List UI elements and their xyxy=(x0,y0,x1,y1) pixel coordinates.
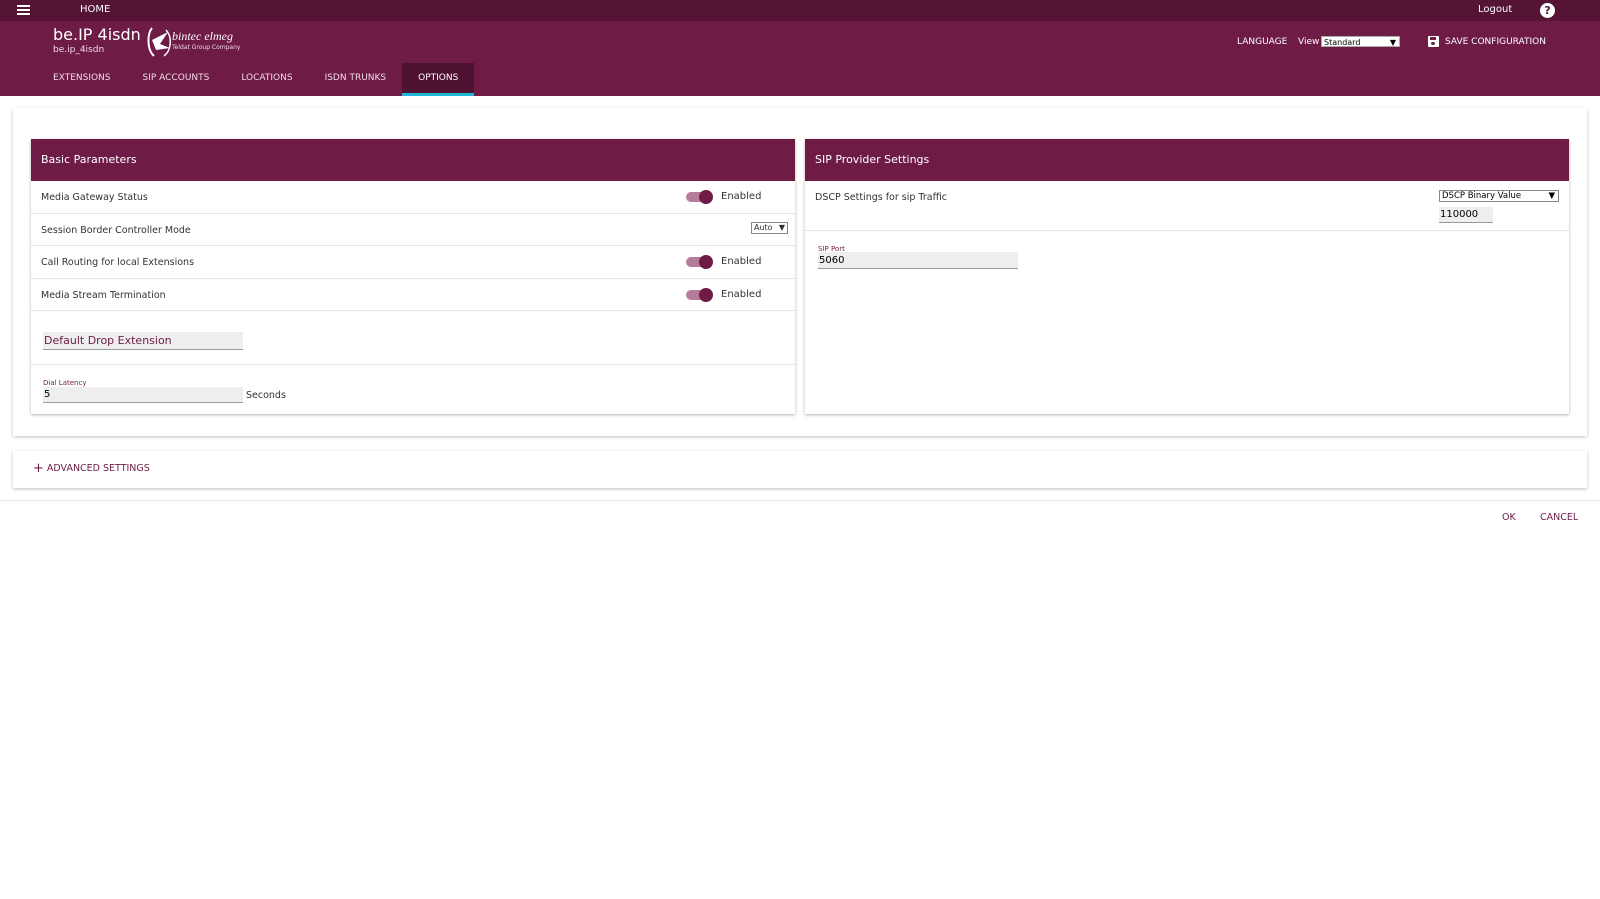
brand-logo: bintec elmeg Teldat Group Company xyxy=(146,26,246,58)
view-select[interactable]: Standard ▼ xyxy=(1321,36,1400,47)
plus-icon: + xyxy=(33,460,44,476)
advanced-settings-toggle[interactable]: + ADVANCED SETTINGS xyxy=(33,460,150,476)
dial-latency-input[interactable]: 5 xyxy=(43,387,243,403)
view-label: View xyxy=(1298,37,1320,47)
tab-sip-accounts[interactable]: SIP ACCOUNTS xyxy=(127,63,226,96)
dial-latency-unit: Seconds xyxy=(246,390,286,401)
save-configuration-label: SAVE CONFIGURATION xyxy=(1445,36,1546,47)
sip-port-row: SIP Port 5060 xyxy=(805,231,1569,291)
hamburger-icon[interactable] xyxy=(17,5,30,15)
call-routing-row: Call Routing for local Extensions Enable… xyxy=(31,246,795,279)
logo-text: bintec elmeg xyxy=(172,29,233,43)
language-link[interactable]: LANGUAGE xyxy=(1237,37,1287,47)
media-stream-row: Media Stream Termination Enabled xyxy=(31,279,795,311)
media-gateway-row: Media Gateway Status Enabled xyxy=(31,181,795,214)
call-routing-status: Enabled xyxy=(721,256,762,267)
sip-provider-title: SIP Provider Settings xyxy=(805,139,1569,181)
ok-button[interactable]: OK xyxy=(1502,512,1516,523)
divider xyxy=(0,500,1600,501)
device-name: be.IP 4isdn xyxy=(53,25,141,44)
sbc-mode-value: Auto xyxy=(754,223,773,232)
basic-parameters-panel: Basic Parameters Media Gateway Status En… xyxy=(31,139,795,414)
sip-port-input[interactable]: 5060 xyxy=(818,252,1018,269)
sbc-mode-row: Session Border Controller Mode Auto ▼ xyxy=(31,214,795,246)
call-routing-label: Call Routing for local Extensions xyxy=(41,257,195,268)
top-bar: HOME Logout ? xyxy=(0,0,1600,21)
media-stream-toggle[interactable] xyxy=(686,288,713,302)
advanced-settings-label: ADVANCED SETTINGS xyxy=(46,463,150,474)
basic-parameters-title: Basic Parameters xyxy=(31,139,795,181)
dropdown-arrow-icon: ▼ xyxy=(778,223,785,232)
home-link[interactable]: HOME xyxy=(80,4,110,15)
call-routing-toggle[interactable] xyxy=(686,255,713,269)
dial-latency-row: Dial Latency 5 Seconds xyxy=(31,365,795,417)
view-select-value: Standard xyxy=(1324,38,1361,47)
sbc-mode-label: Session Border Controller Mode xyxy=(41,225,191,236)
save-configuration-button[interactable]: SAVE CONFIGURATION xyxy=(1428,36,1546,47)
logout-link[interactable]: Logout xyxy=(1478,4,1512,15)
advanced-settings-card: + ADVANCED SETTINGS xyxy=(13,451,1587,488)
dropdown-arrow-icon: ▼ xyxy=(1389,38,1396,47)
media-stream-status: Enabled xyxy=(721,289,762,300)
options-card: Basic Parameters Media Gateway Status En… xyxy=(13,108,1587,436)
dscp-label: DSCP Settings for sip Traffic xyxy=(815,192,947,203)
logo-subtext: Teldat Group Company xyxy=(172,44,241,51)
dscp-mode-value: DSCP Binary Value xyxy=(1442,191,1522,201)
media-gateway-status: Enabled xyxy=(721,191,762,202)
save-icon xyxy=(1428,36,1439,47)
dscp-mode-select[interactable]: DSCP Binary Value ▼ xyxy=(1439,190,1559,202)
cancel-button[interactable]: CANCEL xyxy=(1540,512,1578,523)
media-gateway-toggle[interactable] xyxy=(686,190,713,204)
tab-bar: EXTENSIONS SIP ACCOUNTS LOCATIONS ISDN T… xyxy=(37,63,475,96)
dial-latency-label: Dial Latency xyxy=(43,379,87,387)
tab-extensions[interactable]: EXTENSIONS xyxy=(37,63,127,96)
bird-logo-icon xyxy=(147,27,171,57)
header: be.IP 4isdn be.ip_4isdn bintec elmeg Tel… xyxy=(0,21,1600,96)
help-icon[interactable]: ? xyxy=(1540,3,1555,18)
device-subtitle: be.ip_4isdn xyxy=(53,45,105,55)
dropdown-arrow-icon: ▼ xyxy=(1548,191,1555,201)
default-drop-extension-input[interactable]: Default Drop Extension xyxy=(43,332,243,350)
sip-provider-panel: SIP Provider Settings DSCP Settings for … xyxy=(805,139,1569,414)
tab-options[interactable]: OPTIONS xyxy=(402,63,475,96)
media-stream-label: Media Stream Termination xyxy=(41,290,166,301)
dscp-value-input[interactable]: 110000 xyxy=(1439,207,1493,223)
media-gateway-label: Media Gateway Status xyxy=(41,192,148,203)
sbc-mode-select[interactable]: Auto ▼ xyxy=(751,222,788,234)
tab-locations[interactable]: LOCATIONS xyxy=(225,63,308,96)
dscp-row: DSCP Settings for sip Traffic DSCP Binar… xyxy=(805,181,1569,231)
default-drop-row: Default Drop Extension xyxy=(31,311,795,365)
tab-isdn-trunks[interactable]: ISDN TRUNKS xyxy=(309,63,403,96)
